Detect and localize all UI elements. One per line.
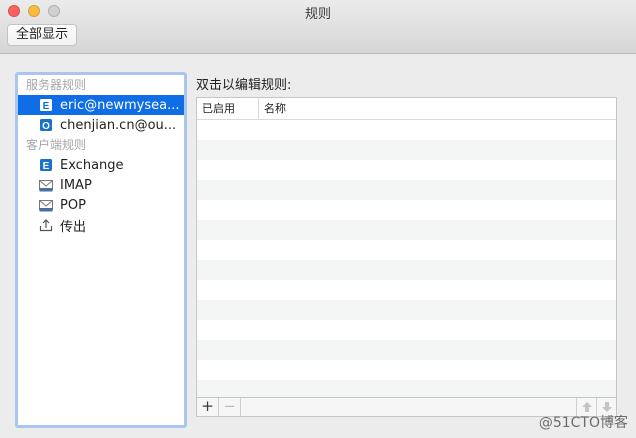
table-row bbox=[197, 240, 616, 260]
sidebar-item-imap[interactable]: IMAP bbox=[18, 175, 184, 195]
sidebar-item-label: IMAP bbox=[60, 177, 92, 193]
client-rules-header: 客户端规则 bbox=[26, 138, 87, 152]
sidebar-item-exchange-account[interactable]: E eric@newmysea... bbox=[18, 95, 184, 115]
table-row bbox=[197, 320, 616, 340]
table-row bbox=[197, 220, 616, 240]
table-row bbox=[197, 180, 616, 200]
rules-table[interactable]: 已启用 名称 bbox=[196, 97, 617, 417]
sidebar-item-label: chenjian.cn@ou... bbox=[60, 117, 177, 133]
table-row bbox=[197, 260, 616, 280]
server-rules-header: 服务器规则 bbox=[26, 78, 87, 92]
rules-caption: 双击以编辑规则: bbox=[196, 78, 292, 93]
sidebar-item-pop[interactable]: POP bbox=[18, 195, 184, 215]
sidebar-item-label: eric@newmysea... bbox=[60, 97, 180, 113]
table-row bbox=[197, 200, 616, 220]
table-row bbox=[197, 120, 616, 140]
rules-sidebar: 服务器规则 E eric@newmysea... O chenjian.cn@o… bbox=[15, 72, 187, 428]
title-bar: 规则 全部显示 bbox=[0, 0, 636, 54]
svg-text:E: E bbox=[43, 101, 50, 112]
column-header-name[interactable]: 名称 bbox=[259, 98, 286, 119]
exchange-icon: E bbox=[39, 98, 53, 112]
table-row bbox=[197, 280, 616, 300]
pop-icon bbox=[39, 198, 53, 212]
show-all-button[interactable]: 全部显示 bbox=[7, 24, 78, 46]
table-row bbox=[197, 340, 616, 360]
sidebar-item-label: 传出 bbox=[60, 219, 87, 235]
table-row bbox=[197, 140, 616, 160]
sidebar-item-outlook-account[interactable]: O chenjian.cn@ou... bbox=[18, 115, 184, 135]
add-rule-button[interactable]: + bbox=[197, 398, 219, 416]
window-title: 规则 bbox=[304, 7, 331, 22]
imap-icon bbox=[39, 178, 53, 192]
table-row bbox=[197, 360, 616, 380]
svg-text:O: O bbox=[42, 121, 50, 132]
column-header-enabled[interactable]: 已启用 bbox=[197, 98, 259, 119]
svg-text:E: E bbox=[43, 161, 50, 172]
remove-rule-button[interactable]: − bbox=[219, 398, 241, 416]
table-row bbox=[197, 160, 616, 180]
table-rows bbox=[197, 120, 616, 416]
outlook-icon: O bbox=[39, 118, 53, 132]
outgoing-icon bbox=[39, 218, 53, 232]
sidebar-item-exchange[interactable]: E Exchange bbox=[18, 155, 184, 175]
preferences-content: 服务器规则 E eric@newmysea... O chenjian.cn@o… bbox=[0, 54, 636, 438]
sidebar-item-label: Exchange bbox=[60, 157, 124, 173]
exchange-icon: E bbox=[39, 158, 53, 172]
watermark: @51CTO博客 bbox=[538, 415, 628, 431]
sidebar-item-label: POP bbox=[60, 197, 86, 213]
table-row bbox=[197, 300, 616, 320]
sidebar-item-outgoing[interactable]: 传出 bbox=[18, 215, 184, 235]
table-header: 已启用 名称 bbox=[197, 98, 616, 120]
